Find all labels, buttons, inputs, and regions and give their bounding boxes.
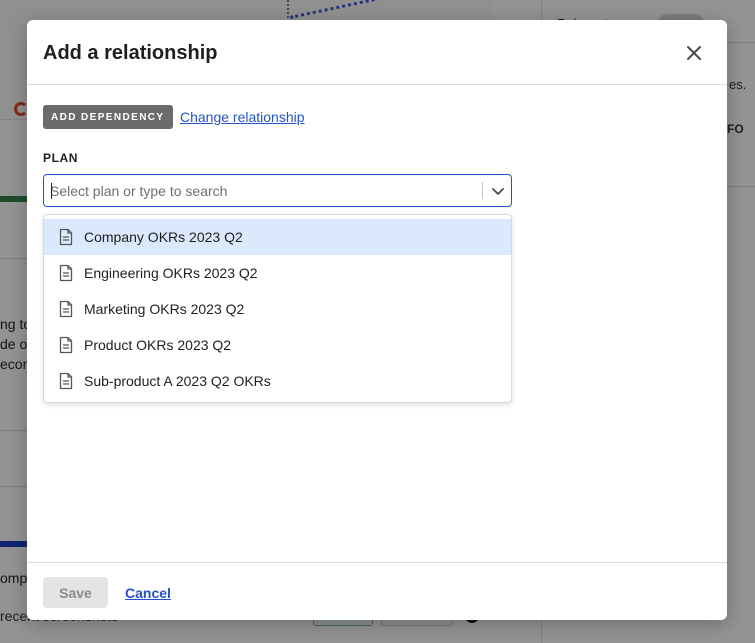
dialog-header: Add a relationship: [27, 20, 727, 85]
save-button[interactable]: Save: [43, 577, 108, 608]
text-cursor: [51, 183, 52, 199]
dialog-title: Add a relationship: [43, 42, 218, 64]
plan-option[interactable]: Engineering OKRs 2023 Q2: [44, 255, 511, 291]
document-icon: [59, 336, 73, 354]
plan-option-label: Marketing OKRs 2023 Q2: [84, 301, 245, 317]
change-relationship-link[interactable]: Change relationship: [180, 109, 305, 125]
plan-field-label: PLAN: [43, 151, 79, 165]
add-relationship-dialog: Add a relationship ADD DEPENDENCY Change…: [27, 20, 727, 620]
cancel-link[interactable]: Cancel: [125, 585, 171, 601]
chevron-down-icon: [492, 188, 504, 195]
plan-option[interactable]: Company OKRs 2023 Q2: [44, 219, 511, 255]
document-icon: [59, 372, 73, 390]
plan-option-label: Company OKRs 2023 Q2: [84, 229, 243, 245]
close-button[interactable]: [681, 40, 707, 66]
dialog-footer: Save Cancel: [27, 562, 727, 620]
plan-option-label: Product OKRs 2023 Q2: [84, 337, 232, 353]
document-icon: [59, 300, 73, 318]
plan-option[interactable]: Product OKRs 2023 Q2: [44, 327, 511, 363]
close-icon: [687, 46, 701, 60]
plan-option[interactable]: Marketing OKRs 2023 Q2: [44, 291, 511, 327]
document-icon: [59, 228, 73, 246]
plan-select[interactable]: [43, 174, 512, 207]
document-icon: [59, 264, 73, 282]
relationship-type-pill: ADD DEPENDENCY: [43, 105, 173, 129]
plan-options-list: Company OKRs 2023 Q2 Engineering OKRs 20…: [43, 214, 512, 403]
plan-search-input[interactable]: [50, 175, 470, 206]
select-divider: [482, 182, 483, 199]
dropdown-toggle[interactable]: [488, 181, 508, 201]
plan-option-label: Engineering OKRs 2023 Q2: [84, 265, 258, 281]
plan-option[interactable]: Sub-product A 2023 Q2 OKRs: [44, 363, 511, 399]
plan-option-label: Sub-product A 2023 Q2 OKRs: [84, 373, 271, 389]
